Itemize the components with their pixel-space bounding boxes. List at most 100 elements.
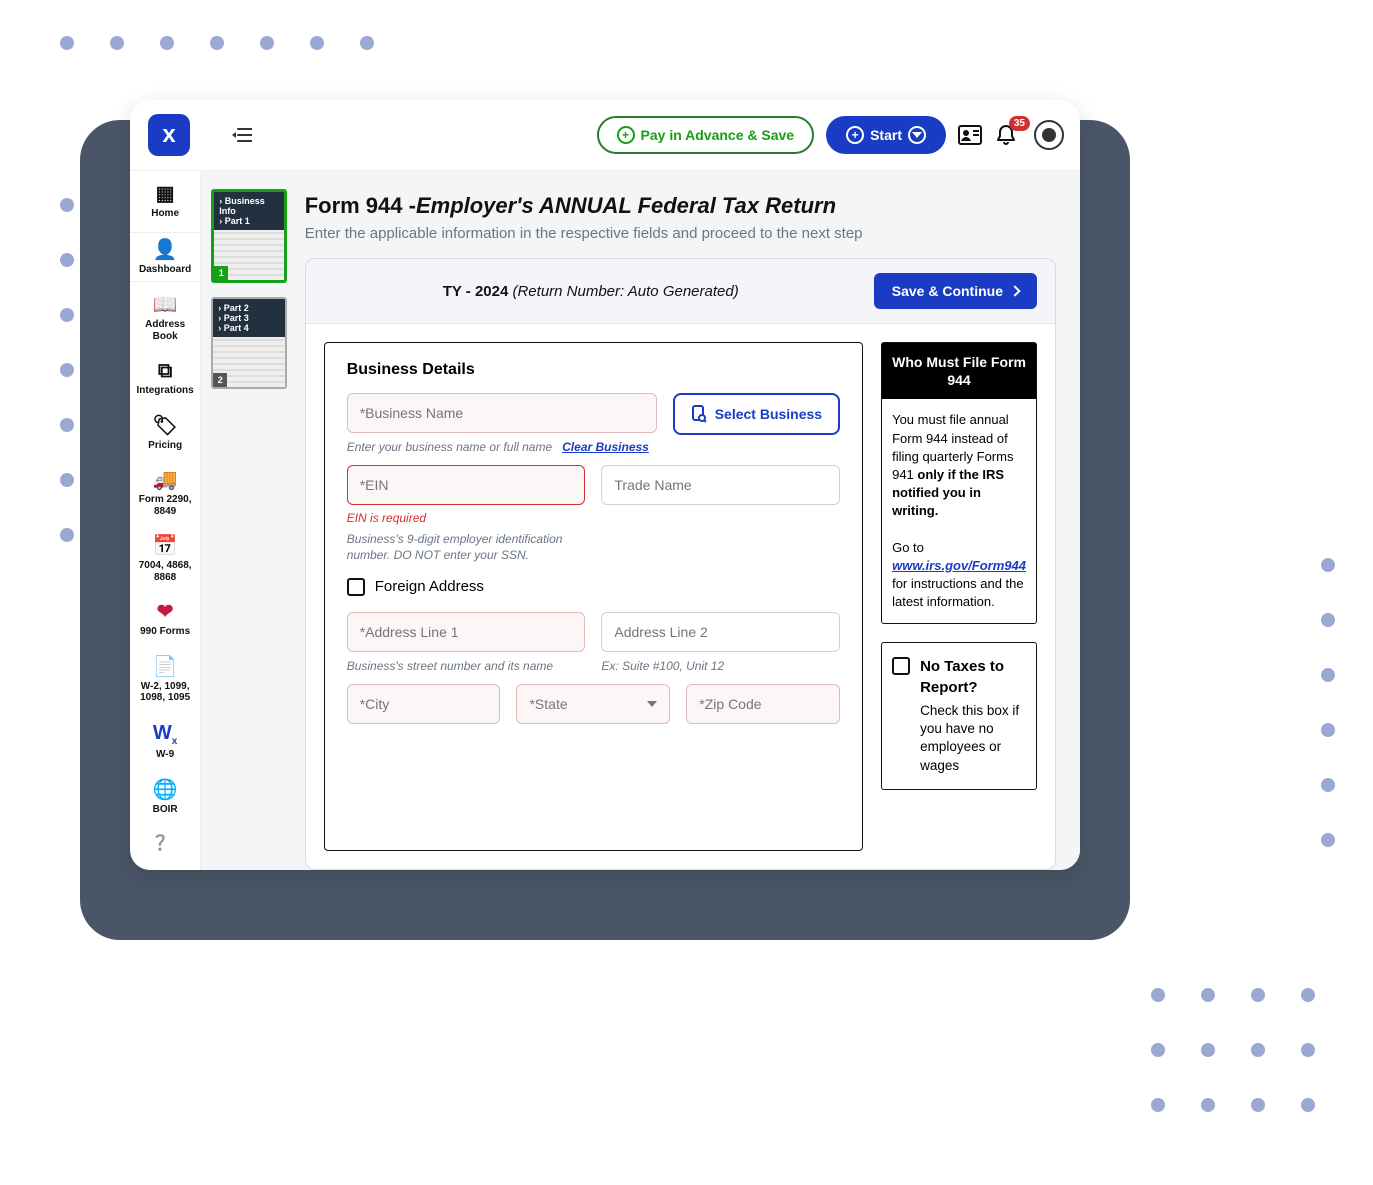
home-icon: ▦ <box>156 183 175 206</box>
checkbox-label: Foreign Address <box>375 578 484 595</box>
nav-help[interactable]: ？ <box>130 827 200 862</box>
nav-home[interactable]: ▦ Home <box>130 177 200 226</box>
nav-label: Address Book <box>134 319 196 342</box>
nav-boir[interactable]: 🌐 BOIR <box>130 773 200 822</box>
tag-icon: 🏷 <box>152 415 177 438</box>
tax-year-label: TY - 2024 (Return Number: Auto Generated… <box>324 283 858 300</box>
thumbnail-page-2[interactable]: › Part 2› Part 3› Part 4 2 <box>211 297 286 389</box>
account-button[interactable] <box>1034 120 1060 150</box>
no-taxes-title: No Taxes to Report? <box>920 657 1026 698</box>
decorative-dots <box>1303 540 1343 870</box>
save-continue-button[interactable]: Save & Continue <box>874 273 1037 309</box>
nav-w9[interactable]: WxW-9 <box>130 716 200 767</box>
field-hint: Enter your business name or full name Cl… <box>347 439 657 455</box>
thumb-header: › Business Info› Part 1 <box>214 192 283 230</box>
globe-icon: 🌐 <box>153 779 178 802</box>
irs-form944-link[interactable]: www.irs.gov/Form944 <box>892 558 1026 573</box>
start-button[interactable]: + Start <box>826 116 946 154</box>
nav-form-2290[interactable]: 🚚Form 2290, 8849 <box>130 463 200 523</box>
notifications-button[interactable]: 35 <box>996 124 1022 146</box>
card-body: Business Details Enter your business nam… <box>306 324 1055 869</box>
app-window: x + Pay in Advance & Save + Start 35 ▦ Ho… <box>130 100 1080 870</box>
field-hint: Ex: Suite #100, Unit 12 <box>601 658 840 674</box>
main-area: › Business Info› Part 1 1 › Part 2› Part… <box>201 171 1080 870</box>
select-placeholder: *State <box>529 696 567 712</box>
w-icon: Wx <box>153 722 177 748</box>
help-box-body: You must file annual Form 944 instead of… <box>882 399 1036 623</box>
zip-input[interactable] <box>686 684 840 724</box>
doc-icon: 📄 <box>153 656 178 679</box>
thumb-number: 1 <box>214 266 228 280</box>
page-thumbnails: › Business Info› Part 1 1 › Part 2› Part… <box>201 171 296 870</box>
ein-input[interactable] <box>347 465 586 505</box>
button-label: Select Business <box>715 406 822 422</box>
pay-in-advance-button[interactable]: + Pay in Advance & Save <box>597 116 815 154</box>
decorative-dots <box>1033 970 1333 1135</box>
chevron-down-icon <box>647 701 657 707</box>
clear-business-link[interactable]: Clear Business <box>562 440 649 454</box>
button-label: Start <box>870 127 902 143</box>
thumb-header: › Part 2› Part 3› Part 4 <box>213 299 284 337</box>
chevron-right-icon <box>1009 285 1020 296</box>
decorative-dots <box>42 180 82 565</box>
nav-label: Form 2290, 8849 <box>134 494 196 517</box>
topbar: x + Pay in Advance & Save + Start 35 <box>130 100 1080 171</box>
truck-icon: 🚚 <box>153 469 178 492</box>
plus-circle-icon: + <box>617 126 635 144</box>
no-taxes-box: No Taxes to Report? Check this box if yo… <box>881 642 1037 789</box>
card-header: TY - 2024 (Return Number: Auto Generated… <box>306 259 1055 324</box>
nav-label: Pricing <box>148 440 182 452</box>
trade-name-input[interactable] <box>601 465 840 505</box>
no-taxes-checkbox[interactable] <box>892 657 910 675</box>
foreign-address-checkbox[interactable] <box>347 578 365 596</box>
help-box-title: Who Must File Form 944 <box>882 343 1036 399</box>
nav-label: W-9 <box>156 749 174 761</box>
sidebar: ▦ Home 👤 Dashboard 📖Address Book ⧉ Integrat… <box>130 171 201 870</box>
nav-label: 990 Forms <box>140 626 190 638</box>
avatar-icon <box>1034 120 1064 150</box>
page-subtitle: Enter the applicable information in the … <box>305 225 1056 242</box>
nav-label: BOIR <box>153 804 178 816</box>
code-icon: ⧉ <box>158 360 172 383</box>
business-name-input[interactable] <box>347 393 657 433</box>
no-taxes-body: Check this box if you have no employees … <box>920 702 1026 775</box>
calendar-icon: 📅 <box>153 535 178 558</box>
nav-pricing[interactable]: 🏷 Pricing <box>130 409 200 458</box>
address1-input[interactable] <box>347 612 586 652</box>
address2-input[interactable] <box>601 612 840 652</box>
business-search-icon <box>691 405 707 423</box>
person-icon: 👤 <box>153 239 178 262</box>
nav-label: Home <box>151 208 179 220</box>
notification-badge: 35 <box>1009 116 1030 131</box>
nav-integrations[interactable]: ⧉ Integrations <box>130 354 200 403</box>
heart-icon: ❤ <box>157 601 174 624</box>
nav-address-book[interactable]: 📖Address Book <box>130 288 200 348</box>
state-select[interactable]: *State <box>516 684 670 724</box>
help-sidebar: Who Must File Form 944 You must file ann… <box>881 342 1037 851</box>
business-details-panel: Business Details Enter your business nam… <box>324 342 863 851</box>
nav-label: Dashboard <box>139 264 191 276</box>
app-logo[interactable]: x <box>148 114 190 156</box>
nav-label: Integrations <box>137 385 194 397</box>
thumbnail-page-1[interactable]: › Business Info› Part 1 1 <box>211 189 286 283</box>
who-must-file-box: Who Must File Form 944 You must file ann… <box>881 342 1037 624</box>
city-input[interactable] <box>347 684 501 724</box>
contact-card-icon[interactable] <box>958 125 984 145</box>
thumb-number: 2 <box>213 373 227 387</box>
field-hint: Business's 9-digit employer identificati… <box>347 531 586 563</box>
nav-label: 7004, 4868, 8868 <box>134 560 196 583</box>
select-business-button[interactable]: Select Business <box>673 393 840 435</box>
nav-990[interactable]: ❤ 990 Forms <box>130 595 200 644</box>
collapse-sidebar-button[interactable] <box>232 127 252 143</box>
nav-7004[interactable]: 📅7004, 4868, 8868 <box>130 529 200 589</box>
button-label: Save & Continue <box>892 283 1003 299</box>
nav-dashboard[interactable]: 👤 Dashboard <box>130 232 200 283</box>
content: Form 944 -Employer's ANNUAL Federal Tax … <box>297 171 1080 870</box>
ein-error-text: EIN is required <box>347 511 586 525</box>
nav-w2-1099[interactable]: 📄W-2, 1099, 1098, 1095 <box>130 650 200 710</box>
section-heading: Business Details <box>347 361 840 379</box>
nav-label: W-2, 1099, 1098, 1095 <box>134 681 196 704</box>
chevron-down-circle-icon <box>908 126 926 144</box>
button-label: Pay in Advance & Save <box>641 127 795 143</box>
help-icon: ？ <box>155 833 175 856</box>
